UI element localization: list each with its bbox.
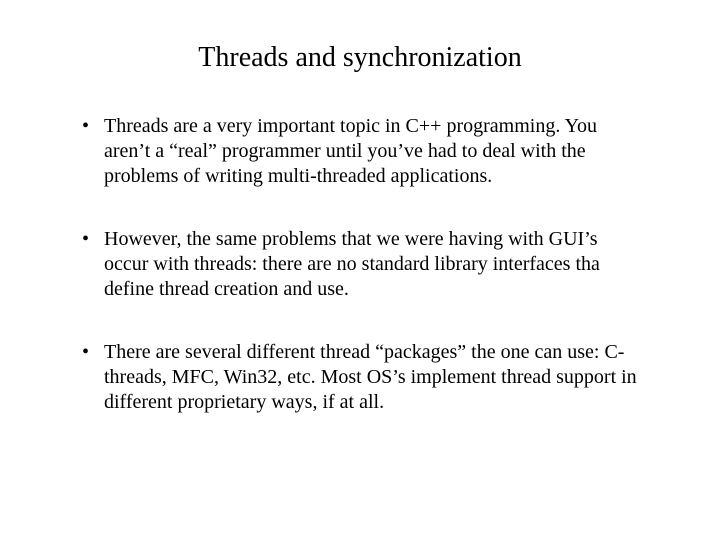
- list-item: There are several different thread “pack…: [76, 340, 644, 415]
- bullet-list: Threads are a very important topic in C+…: [76, 114, 644, 415]
- slide-title: Threads and synchronization: [76, 42, 644, 74]
- list-item: Threads are a very important topic in C+…: [76, 114, 644, 189]
- list-item: However, the same problems that we were …: [76, 227, 644, 302]
